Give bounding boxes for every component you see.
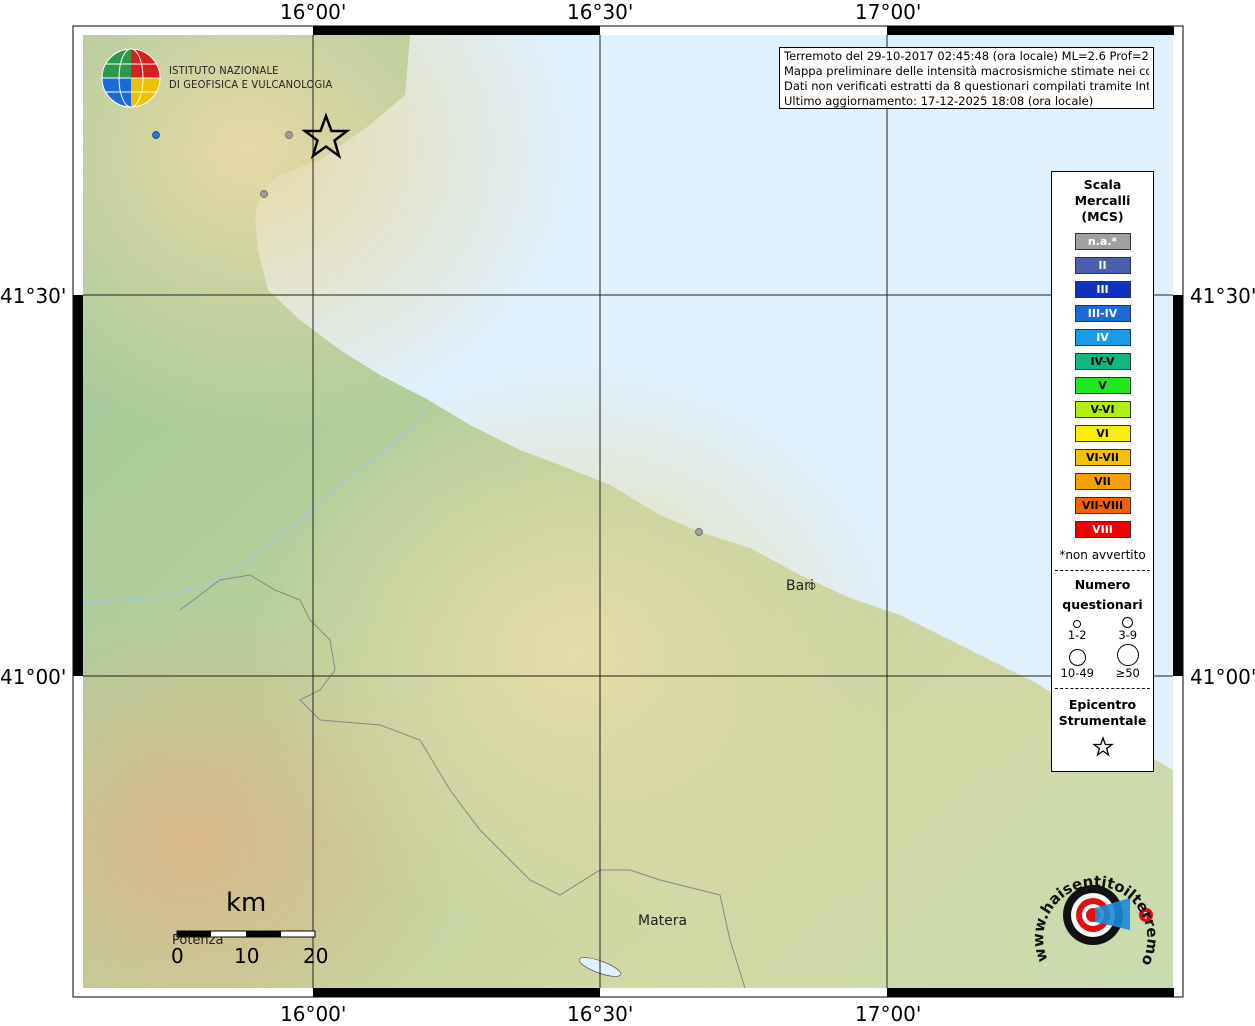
legend-title: Scala Mercalli (MCS) xyxy=(1052,177,1153,225)
legend-note: *non avvertito xyxy=(1059,548,1146,562)
scale-label-0: 0 xyxy=(171,944,184,968)
legend-level-swatch: VIII xyxy=(1074,520,1131,538)
legend-level-row: III-IV xyxy=(1052,301,1153,325)
legend-level-row: V xyxy=(1052,373,1153,397)
q-circle-icon xyxy=(1073,620,1082,628)
event-info-box: Terremoto del 29-10-2017 02:45:48 (ora l… xyxy=(779,47,1154,109)
legend-separator xyxy=(1055,688,1150,689)
questionnaire-size-legend: 1-2 3-9 10-49 ≥50 xyxy=(1052,617,1153,680)
q-circle-icon xyxy=(1068,649,1086,666)
q-size-3: 10-49 xyxy=(1052,644,1103,680)
legend-level-swatch: V xyxy=(1074,376,1131,394)
legend-level-row: IV xyxy=(1052,325,1153,349)
info-line-map: Mappa preliminare delle intensità macros… xyxy=(784,64,1149,78)
legend-level-row: VIII xyxy=(1052,517,1153,541)
logo-line-1: ISTITUTO NAZIONALE xyxy=(169,64,279,77)
lon-tick-top-1: 16°00' xyxy=(280,0,347,24)
legend-level-swatch: VI xyxy=(1074,424,1131,442)
q-size-label: 1-2 xyxy=(1067,628,1087,642)
legend-title-line: Scala xyxy=(1083,177,1122,192)
scale-label-10: 10 xyxy=(234,944,260,968)
legend-level-row: VII xyxy=(1052,469,1153,493)
info-line-data: Dati non verificati estratti da 8 questi… xyxy=(784,79,1149,93)
lat-tick-left-2: 41°00' xyxy=(0,665,67,689)
ingv-logo-text: ISTITUTO NAZIONALE DI GEOFISICA E VULCAN… xyxy=(169,64,332,92)
legend-level-row: IV-V xyxy=(1052,349,1153,373)
legend-level-swatch: II xyxy=(1074,256,1131,274)
legend-level-row: VI xyxy=(1052,421,1153,445)
q-size-label: 3-9 xyxy=(1118,628,1138,642)
lon-tick-top-3: 17°00' xyxy=(855,0,922,24)
epicenter-title-line: Epicentro xyxy=(1068,697,1137,712)
legend-level-swatch: III-IV xyxy=(1074,304,1131,322)
legend-level-row: V-VI xyxy=(1052,397,1153,421)
epicenter-legend-star-icon xyxy=(1091,736,1114,757)
legend-title-line: (MCS) xyxy=(1081,209,1124,224)
intensity-point xyxy=(285,131,293,139)
legend-level-swatch: VI-VII xyxy=(1074,448,1131,466)
lon-tick-bottom-3: 17°00' xyxy=(855,1002,922,1026)
legend-level-row: VII-VIII xyxy=(1052,493,1153,517)
legend-separator xyxy=(1055,570,1150,571)
scale-label-20: 20 xyxy=(303,944,329,968)
epicenter-title-line: Strumentale xyxy=(1058,713,1147,728)
lat-tick-right-1: 41°30' xyxy=(1190,284,1255,308)
legend-level-row: II xyxy=(1052,253,1153,277)
epicenter-title: Epicentro Strumentale xyxy=(1052,697,1153,729)
q-size-4: ≥50 xyxy=(1103,644,1154,680)
legend-levels: n.a.* II III III-IV IV IV-V V V-VI VI VI-VII VII VI… xyxy=(1052,229,1153,541)
legend-level-swatch: V-VI xyxy=(1074,400,1131,418)
legend-level-swatch: IV xyxy=(1074,328,1131,346)
legend-level-swatch: VII-VIII xyxy=(1074,496,1131,514)
legend-level-swatch: III xyxy=(1074,280,1131,298)
lon-tick-top-2: 16°30' xyxy=(567,0,634,24)
legend-level-swatch: IV-V xyxy=(1074,352,1131,370)
ingv-logo-icon xyxy=(101,48,161,108)
intensity-point xyxy=(152,131,160,139)
legend-level-row: VI-VII xyxy=(1052,445,1153,469)
city-label-bari: Bari xyxy=(786,578,814,594)
lon-tick-bottom-2: 16°30' xyxy=(567,1002,634,1026)
lat-tick-right-2: 41°00' xyxy=(1190,665,1255,689)
intensity-point xyxy=(260,190,268,198)
q-size-label: 10-49 xyxy=(1060,666,1094,680)
q-size-2: 3-9 xyxy=(1103,617,1154,642)
info-line-event: Terremoto del 29-10-2017 02:45:48 (ora l… xyxy=(784,49,1149,63)
questionnaires-title-line: Numero xyxy=(1074,577,1131,592)
legend-level-row: n.a.* xyxy=(1052,229,1153,253)
q-size-label: ≥50 xyxy=(1115,666,1140,680)
lon-tick-bottom-1: 16°00' xyxy=(280,1002,347,1026)
q-circle-icon xyxy=(1122,617,1134,628)
intensity-point xyxy=(695,528,703,536)
legend-title-line: Mercalli xyxy=(1074,193,1131,208)
legend-level-swatch: n.a.* xyxy=(1074,232,1131,250)
city-label-matera: Matera xyxy=(638,913,688,929)
q-circle-icon xyxy=(1116,644,1139,666)
mcs-legend: Scala Mercalli (MCS) n.a.* II III III-IV IV I… xyxy=(1051,171,1154,772)
questionnaires-title: Numero questionari xyxy=(1052,575,1153,615)
legend-level-row: III xyxy=(1052,277,1153,301)
info-line-update: Ultimo aggiornamento: 17-12-2025 18:08 (… xyxy=(784,94,1094,108)
legend-level-swatch: VII xyxy=(1074,472,1131,490)
questionnaires-title-line: questionari xyxy=(1062,597,1143,612)
logo-line-2: DI GEOFISICA E VULCANOLOGIA xyxy=(169,78,333,91)
scale-unit: km xyxy=(226,888,267,918)
lat-tick-left-1: 41°30' xyxy=(0,284,67,308)
q-size-1: 1-2 xyxy=(1052,617,1103,642)
